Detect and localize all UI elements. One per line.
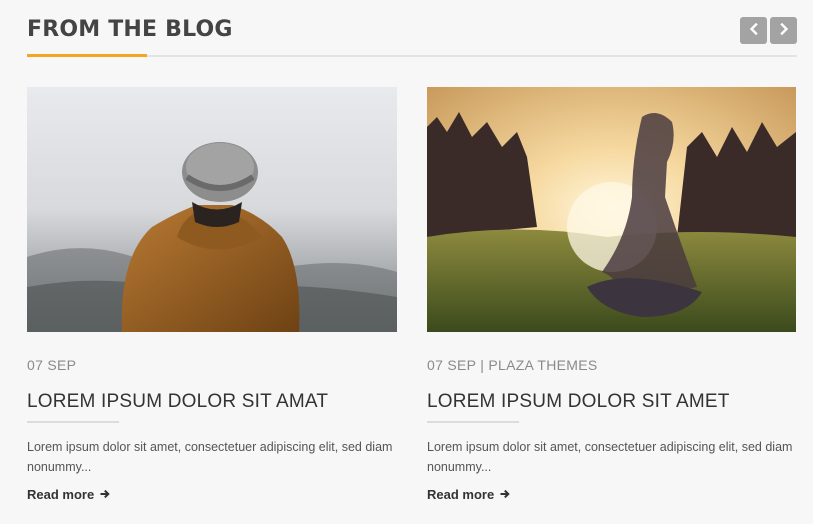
title-underline [27, 421, 119, 423]
read-more-link[interactable]: Read more [427, 487, 510, 502]
read-more-label: Read more [27, 487, 95, 502]
chevron-right-icon [778, 22, 790, 40]
post-meta: 07 SEP | PLAZA THEMES [427, 357, 598, 373]
blog-post: 07 SEP | PLAZA THEMES LOREM IPSUM DOLOR … [427, 87, 796, 504]
prev-button[interactable] [740, 17, 767, 44]
arrow-right-icon [100, 487, 110, 502]
header-accent-bar [27, 54, 147, 57]
arrow-right-icon [500, 487, 510, 502]
blog-section-header: FROM THE BLOG [27, 14, 797, 58]
post-thumbnail[interactable] [427, 87, 796, 332]
post-title[interactable]: LOREM IPSUM DOLOR SIT AMAT [27, 391, 397, 413]
blog-post: 07 SEP LOREM IPSUM DOLOR SIT AMAT Lorem … [27, 87, 397, 504]
chevron-left-icon [748, 22, 760, 40]
title-underline [427, 421, 519, 423]
read-more-label: Read more [427, 487, 495, 502]
read-more-link[interactable]: Read more [27, 487, 110, 502]
carousel-nav [740, 17, 797, 44]
post-excerpt: Lorem ipsum dolor sit amet, consectetuer… [27, 440, 393, 474]
post-excerpt: Lorem ipsum dolor sit amet, consectetuer… [427, 440, 793, 474]
section-title: FROM THE BLOG [27, 17, 233, 42]
post-thumbnail[interactable] [27, 87, 397, 332]
post-meta: 07 SEP [27, 357, 77, 373]
next-button[interactable] [770, 17, 797, 44]
post-title[interactable]: LOREM IPSUM DOLOR SIT AMET [427, 391, 796, 413]
